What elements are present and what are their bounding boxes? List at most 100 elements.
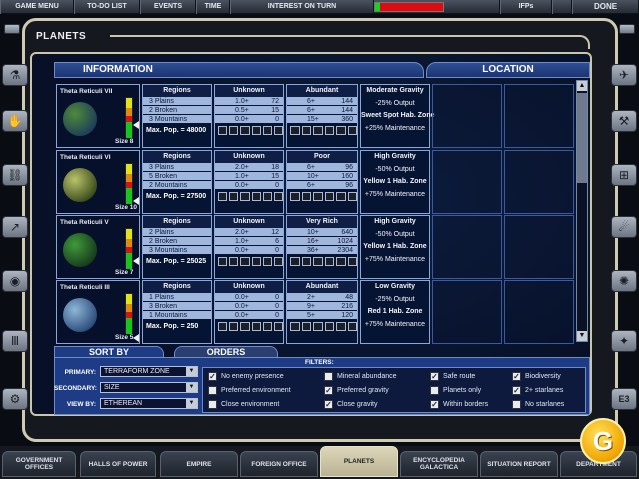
filter-checkbox[interactable]: ✓ Preferred gravity <box>324 386 389 395</box>
nav-foreign-office[interactable]: FOREIGN OFFICE <box>240 451 318 477</box>
scroll-down-icon[interactable]: ▼ <box>577 331 587 341</box>
planet-card[interactable]: Theta Reticuli III Size 5 <box>56 280 140 344</box>
hab-zone-label: Yellow 1 Hab. Zone <box>363 178 427 185</box>
comet-icon[interactable]: ☄ <box>611 216 637 238</box>
region-row: 1 Mountains <box>143 311 211 320</box>
checkbox-icon[interactable] <box>324 372 333 381</box>
value: 16+ <box>307 238 319 245</box>
filter-checkbox[interactable]: Mineral abundance <box>324 372 397 381</box>
region-label: 1 Plains <box>149 294 174 301</box>
scroll-thumb[interactable] <box>577 93 587 183</box>
location-cell[interactable] <box>432 280 502 344</box>
time-button[interactable]: TIME <box>196 0 230 14</box>
value: 12 <box>271 229 279 236</box>
planet-row[interactable]: Theta Reticuli VII Size 8 Regions 3 Plai… <box>56 84 576 148</box>
filter-checkbox[interactable]: ✓ Close gravity <box>324 400 377 409</box>
max-pop: Max. Pop. = 48000 <box>146 127 207 134</box>
primary-select[interactable]: TERRAFORM ZONE ▼ <box>100 366 198 377</box>
interest-bar <box>374 2 444 12</box>
filter-checkbox[interactable]: Preferred environment <box>208 386 291 395</box>
nav-encyclopedia-galactica[interactable]: ENCYCLOPEDIA GALACTICA <box>400 451 478 477</box>
checkmark-icon[interactable]: ✓ <box>430 372 439 381</box>
maintenance-label: +25% Maintenance <box>364 124 426 132</box>
nav-planets[interactable]: PLANETS <box>320 446 398 477</box>
fleet-icon[interactable]: ✈ <box>611 64 637 86</box>
filter-checkbox[interactable]: ✓ No enemy presence <box>208 372 284 381</box>
sort-by-tab[interactable]: SORT BY <box>54 346 164 358</box>
location-cell[interactable] <box>432 215 502 279</box>
unknown-row: 1.0+ 72 <box>215 97 283 106</box>
events-button[interactable]: EVENTS <box>140 0 196 14</box>
e3-button[interactable]: E3 <box>611 388 637 410</box>
filter-checkbox[interactable]: Close environment <box>208 400 279 409</box>
planet-row[interactable]: Theta Reticuli V Size 7 Regions 2 Plains… <box>56 215 576 279</box>
checkbox-icon[interactable] <box>512 400 521 409</box>
location-cell[interactable] <box>432 150 502 214</box>
scroll-up-icon[interactable]: ▲ <box>577 81 587 91</box>
planet-card[interactable]: Theta Reticuli VI Size 10 <box>56 150 140 214</box>
chevron-down-icon[interactable]: ▼ <box>186 367 197 376</box>
left-top-tab[interactable] <box>4 24 20 34</box>
secondary-select[interactable]: SIZE ▼ <box>100 382 198 393</box>
filter-checkbox[interactable]: ✓ Biodiversity <box>512 372 561 381</box>
value: 0 <box>275 182 279 189</box>
filter-label: Safe route <box>443 373 476 380</box>
nav-halls-of-power[interactable]: HALLS OF POWER <box>80 451 156 477</box>
filter-label: Close gravity <box>337 401 378 408</box>
gear-icon[interactable]: ⚙ <box>2 388 28 410</box>
filter-checkbox[interactable]: ✓ 2+ starlanes <box>512 386 563 395</box>
nav-government-offices[interactable]: GOVERNMENT OFFICES <box>2 451 76 477</box>
checkbox-icon[interactable] <box>208 400 217 409</box>
chevron-down-icon[interactable]: ▼ <box>186 383 197 392</box>
filter-checkbox[interactable]: Planets only <box>430 386 481 395</box>
science-icon[interactable]: ⚗ <box>2 64 28 86</box>
right-top-tab[interactable] <box>619 24 635 34</box>
scrollbar[interactable]: ▲ ▼ <box>576 80 588 342</box>
location-cell[interactable] <box>504 215 574 279</box>
chevron-down-icon[interactable]: ▼ <box>186 399 197 408</box>
nav-situation-report[interactable]: SITUATION REPORT <box>480 451 558 477</box>
fighter-icon[interactable]: ✦ <box>611 330 637 352</box>
orders-tab[interactable]: ORDERS <box>174 346 278 358</box>
planet-size: Size 5 <box>115 334 134 341</box>
checkbox-icon[interactable] <box>430 386 439 395</box>
done-button[interactable]: DONE <box>572 0 639 14</box>
planet-row[interactable]: Theta Reticuli III Size 5 Regions 1 Plai… <box>56 280 576 344</box>
graph-icon[interactable]: ↗ <box>2 216 28 238</box>
viewby-select[interactable]: ETHEREAN ▼ <box>100 398 198 409</box>
map-icon[interactable]: ⊞ <box>611 164 637 186</box>
filter-checkbox[interactable]: ✓ Safe route <box>430 372 475 381</box>
location-cell[interactable] <box>504 150 574 214</box>
planet-card[interactable]: Theta Reticuli V Size 7 <box>56 215 140 279</box>
location-cell[interactable] <box>432 84 502 148</box>
ship-icon[interactable]: ⛓ <box>2 164 28 186</box>
habitability-gauge <box>125 293 139 342</box>
checkmark-icon[interactable]: ✓ <box>512 372 521 381</box>
planet-row[interactable]: Theta Reticuli VI Size 10 Regions 3 Plai… <box>56 150 576 214</box>
value: 0 <box>275 303 279 310</box>
filter-checkbox[interactable]: No starlanes <box>512 400 564 409</box>
regions-header: Regions <box>143 216 211 228</box>
agent-icon[interactable]: ✋ <box>2 110 28 132</box>
game-menu-button[interactable]: GAME MENU <box>0 0 74 14</box>
regions-header: Regions <box>143 85 211 97</box>
checkmark-icon[interactable]: ✓ <box>208 372 217 381</box>
checkbox-icon[interactable] <box>208 386 217 395</box>
ship-design-icon[interactable]: ⚒ <box>611 110 637 132</box>
system-icon[interactable]: ✺ <box>611 270 637 292</box>
location-cell[interactable] <box>504 280 574 344</box>
checkmark-icon[interactable]: ✓ <box>430 400 439 409</box>
checkmark-icon[interactable]: ✓ <box>512 386 521 395</box>
checkmark-icon[interactable]: ✓ <box>324 386 333 395</box>
location-cell[interactable] <box>504 84 574 148</box>
todo-list-button[interactable]: TO-DO LIST <box>74 0 140 14</box>
planet-icon[interactable]: ◉ <box>2 270 28 292</box>
location-header[interactable]: LOCATION <box>426 62 590 78</box>
filter-checkbox[interactable]: ✓ Within borders <box>430 400 488 409</box>
nav-empire[interactable]: EMPIRE <box>160 451 238 477</box>
value: 96 <box>345 182 353 189</box>
planet-card[interactable]: Theta Reticuli VII Size 8 <box>56 84 140 148</box>
region-label: 2 Broken <box>149 107 178 114</box>
checkmark-icon[interactable]: ✓ <box>324 400 333 409</box>
pillars-icon[interactable]: Ⅲ <box>2 330 28 352</box>
